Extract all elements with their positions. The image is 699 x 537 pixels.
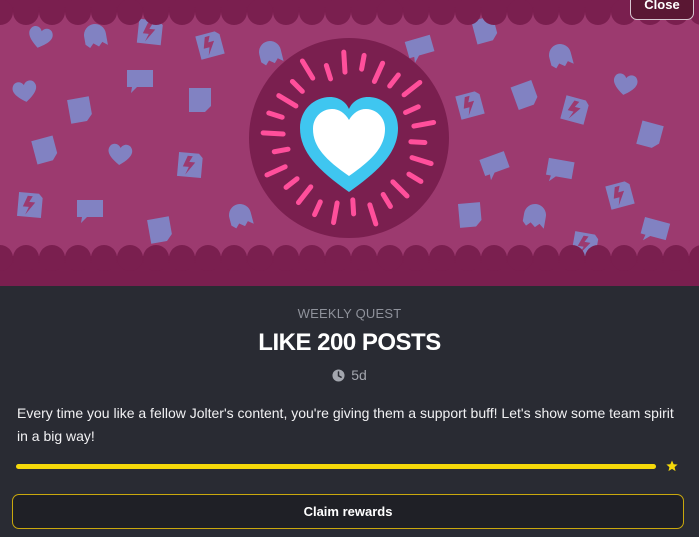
- quest-progress-bar: [16, 464, 656, 469]
- star-icon: [666, 460, 678, 472]
- close-button[interactable]: Close: [630, 0, 694, 20]
- quest-type-label: WEEKLY QUEST: [297, 306, 402, 321]
- time-remaining: 5d: [0, 367, 699, 383]
- claim-rewards-button[interactable]: Claim rewards: [12, 494, 684, 529]
- quest-banner: [0, 0, 699, 286]
- time-remaining-text: 5d: [351, 367, 367, 383]
- quest-description: Every time you like a fellow Jolter's co…: [17, 405, 674, 444]
- clock-icon: [332, 368, 345, 382]
- quest-progress-fill: [16, 464, 656, 469]
- quest-title: LIKE 200 POSTS: [258, 329, 441, 356]
- banner-illustration: [0, 0, 699, 286]
